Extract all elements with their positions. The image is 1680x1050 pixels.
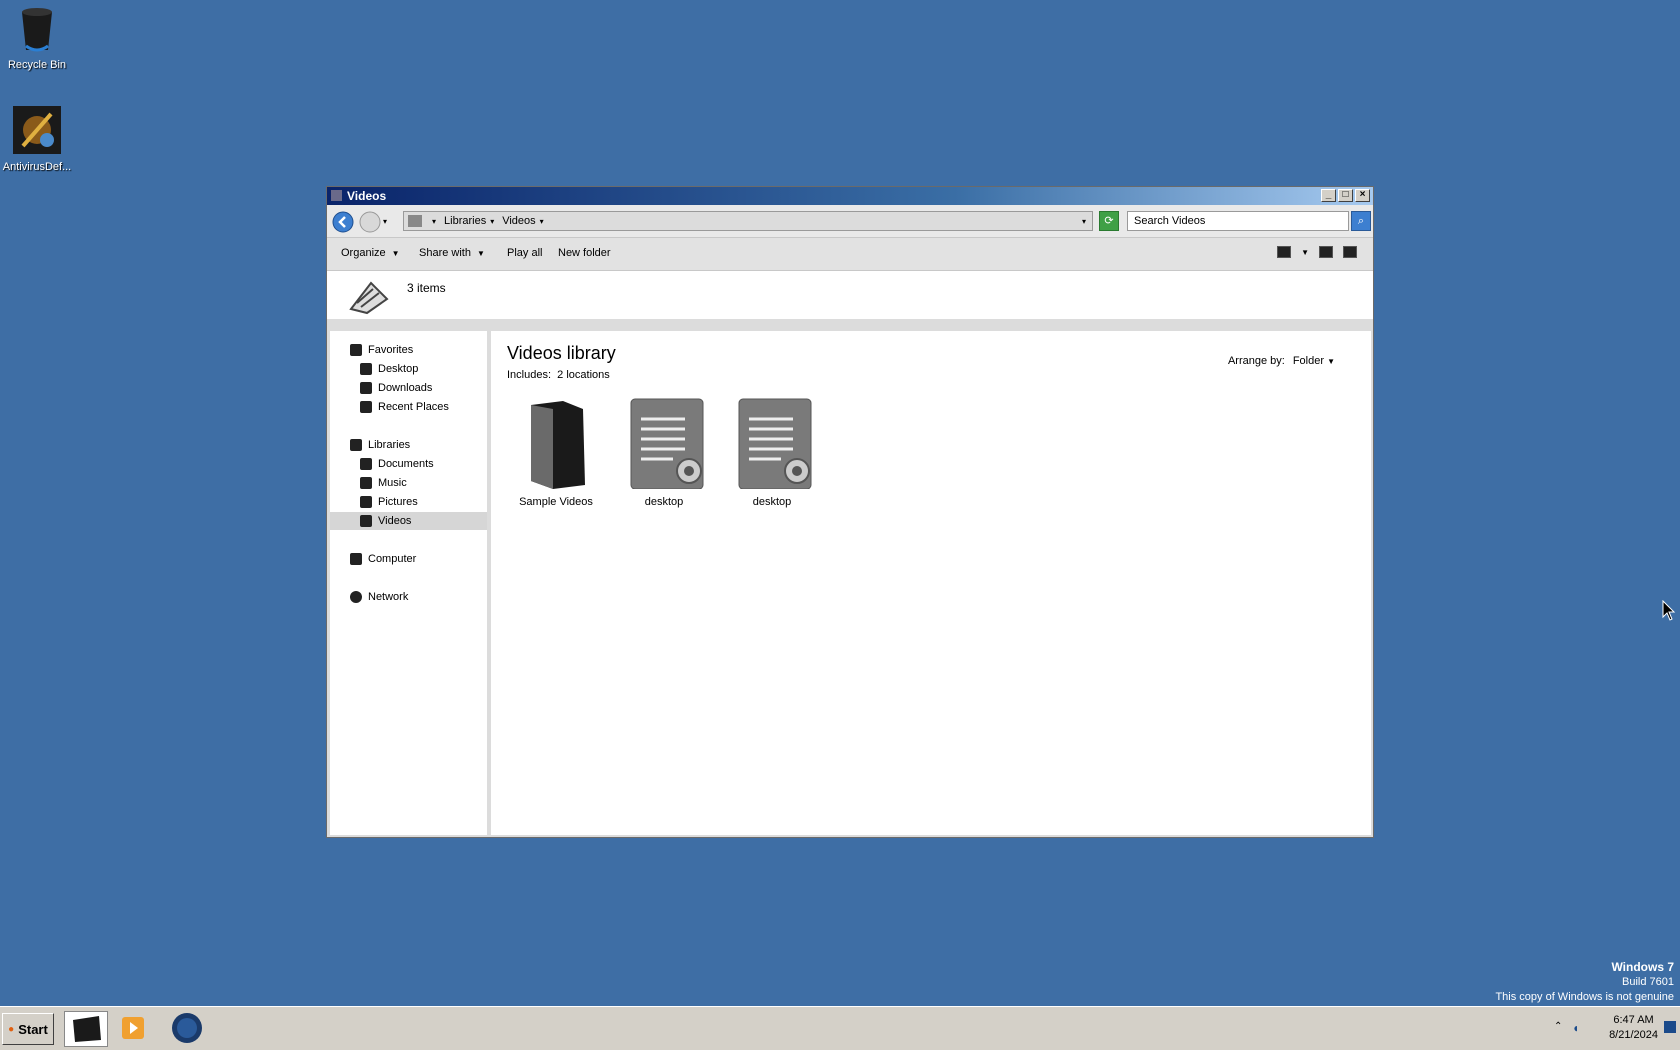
arrange-by-dropdown[interactable]: Folder ▼ — [1293, 355, 1335, 367]
music-icon — [360, 477, 372, 489]
desktop-icon — [360, 363, 372, 375]
nav-downloads[interactable]: Downloads — [360, 379, 432, 397]
address-row: ▾ ▾ Libraries ▾ Videos ▾ ▾ ⟳ Search Videos… — [327, 205, 1373, 237]
help-icon[interactable] — [1343, 246, 1357, 258]
config-file-icon — [738, 398, 812, 490]
system-tray: ⌃ ◖ 6:47 AM 8/21/2024 — [1554, 1009, 1680, 1049]
windows-watermark: Windows 7 Build 7601 This copy of Window… — [1495, 960, 1674, 1003]
recycle-bin-icon — [22, 8, 52, 52]
favorites-icon — [350, 344, 362, 356]
config-file-icon — [630, 398, 704, 490]
item-count: 3 items — [407, 281, 446, 295]
recent-pages-dropdown-icon[interactable]: ▾ — [383, 217, 387, 226]
nav-computer[interactable]: Computer — [350, 550, 416, 568]
nav-favorites[interactable]: Favorites — [350, 341, 413, 359]
nav-videos[interactable]: Videos — [360, 512, 411, 530]
title-bar[interactable]: Videos _ □ × — [327, 187, 1373, 205]
desktop-icon-recycle-bin[interactable]: Recycle Bin — [0, 6, 77, 71]
nav-recent-places[interactable]: Recent Places — [360, 398, 449, 416]
nav-desktop[interactable]: Desktop — [360, 360, 418, 378]
desktop-icon-antivirus[interactable]: AntivirusDef... — [0, 106, 77, 173]
explorer-icon — [73, 1016, 101, 1042]
share-with-button[interactable]: Share with ▼ — [419, 247, 485, 259]
address-history-dropdown-icon[interactable]: ▾ — [1082, 217, 1086, 226]
nav-pictures[interactable]: Pictures — [360, 493, 418, 511]
nav-music[interactable]: Music — [360, 474, 407, 492]
taskbar-explorer[interactable] — [64, 1011, 108, 1047]
maximize-button[interactable]: □ — [1338, 189, 1353, 202]
library-title: Videos library — [507, 343, 616, 363]
close-button[interactable]: × — [1355, 189, 1370, 202]
start-button[interactable]: ● Start — [2, 1013, 54, 1045]
view-options-dropdown-icon[interactable]: ▼ — [1301, 248, 1309, 257]
computer-icon — [350, 553, 362, 565]
file-item[interactable]: desktop — [615, 397, 713, 508]
documents-icon — [360, 458, 372, 470]
address-bar[interactable]: ▾ Libraries ▾ Videos ▾ ▾ — [403, 211, 1093, 231]
downloads-icon — [360, 382, 372, 394]
show-hidden-icons-icon[interactable]: ⌃ — [1554, 1021, 1562, 1032]
breadcrumb-separator[interactable]: ▾ — [428, 217, 438, 226]
taskbar: ● Start ⌃ ◖ 6:47 AM 8/21/2024 — [0, 1006, 1680, 1050]
search-icon[interactable]: ⌕ — [1351, 211, 1371, 231]
play-all-button[interactable]: Play all — [507, 247, 542, 259]
taskbar-browser[interactable] — [166, 1011, 210, 1047]
change-view-icon[interactable] — [1277, 246, 1292, 258]
breadcrumb-videos[interactable]: Videos ▾ — [502, 215, 545, 227]
videos-icon — [331, 190, 342, 201]
forward-button[interactable] — [359, 211, 381, 233]
mouse-cursor-icon — [1662, 600, 1676, 621]
nav-documents[interactable]: Documents — [360, 455, 434, 473]
desktop-icon-label: AntivirusDef... — [2, 161, 72, 173]
videos-library-icon — [408, 215, 422, 227]
new-folder-button[interactable]: New folder — [558, 247, 611, 259]
library-header: 3 items — [327, 271, 1373, 323]
preview-pane-icon[interactable] — [1319, 246, 1333, 258]
search-input[interactable]: Search Videos — [1127, 211, 1349, 231]
windows-logo-icon: ● — [8, 1023, 15, 1035]
libraries-icon — [350, 439, 362, 451]
clock[interactable]: 6:47 AM 8/21/2024 — [1609, 1013, 1658, 1043]
file-item[interactable]: Sample Videos — [507, 397, 605, 508]
antivirus-icon — [13, 106, 61, 154]
folder-icon — [531, 401, 585, 489]
organize-button[interactable]: Organize ▼ — [341, 247, 400, 259]
refresh-button[interactable]: ⟳ — [1099, 211, 1119, 231]
network-icon — [350, 591, 362, 603]
videos-icon — [360, 515, 372, 527]
show-desktop-icon[interactable] — [1664, 1021, 1676, 1033]
taskbar-media-player[interactable] — [112, 1011, 156, 1047]
arrange-by: Arrange by: Folder ▼ — [1227, 355, 1335, 367]
pictures-icon — [360, 496, 372, 508]
globe-icon — [172, 1013, 202, 1043]
breadcrumb-libraries[interactable]: Libraries ▾ — [444, 215, 496, 227]
film-icon — [349, 281, 389, 315]
desktop-icon-label: Recycle Bin — [7, 59, 67, 71]
file-list: Videos library Includes: 2 locations Arr… — [491, 331, 1371, 835]
nav-network[interactable]: Network — [350, 588, 408, 606]
explorer-window: Videos _ □ × ▾ ▾ Libraries ▾ Videos ▾ ▾ … — [326, 186, 1374, 838]
window-title: Videos — [347, 189, 387, 203]
command-bar: Organize ▼ Share with ▼ Play all New folde… — [327, 237, 1373, 271]
media-player-icon — [122, 1017, 144, 1039]
recent-places-icon — [360, 401, 372, 413]
volume-icon[interactable]: ◖ — [1572, 1021, 1579, 1035]
back-button[interactable] — [332, 211, 354, 233]
nav-libraries[interactable]: Libraries — [350, 436, 410, 454]
navigation-pane: Favorites Desktop Downloads Recent Place… — [330, 331, 491, 835]
file-item[interactable]: desktop — [723, 397, 821, 508]
locations-link[interactable]: 2 locations — [557, 369, 610, 381]
library-includes: Includes: 2 locations — [507, 369, 610, 381]
minimize-button[interactable]: _ — [1321, 189, 1336, 202]
